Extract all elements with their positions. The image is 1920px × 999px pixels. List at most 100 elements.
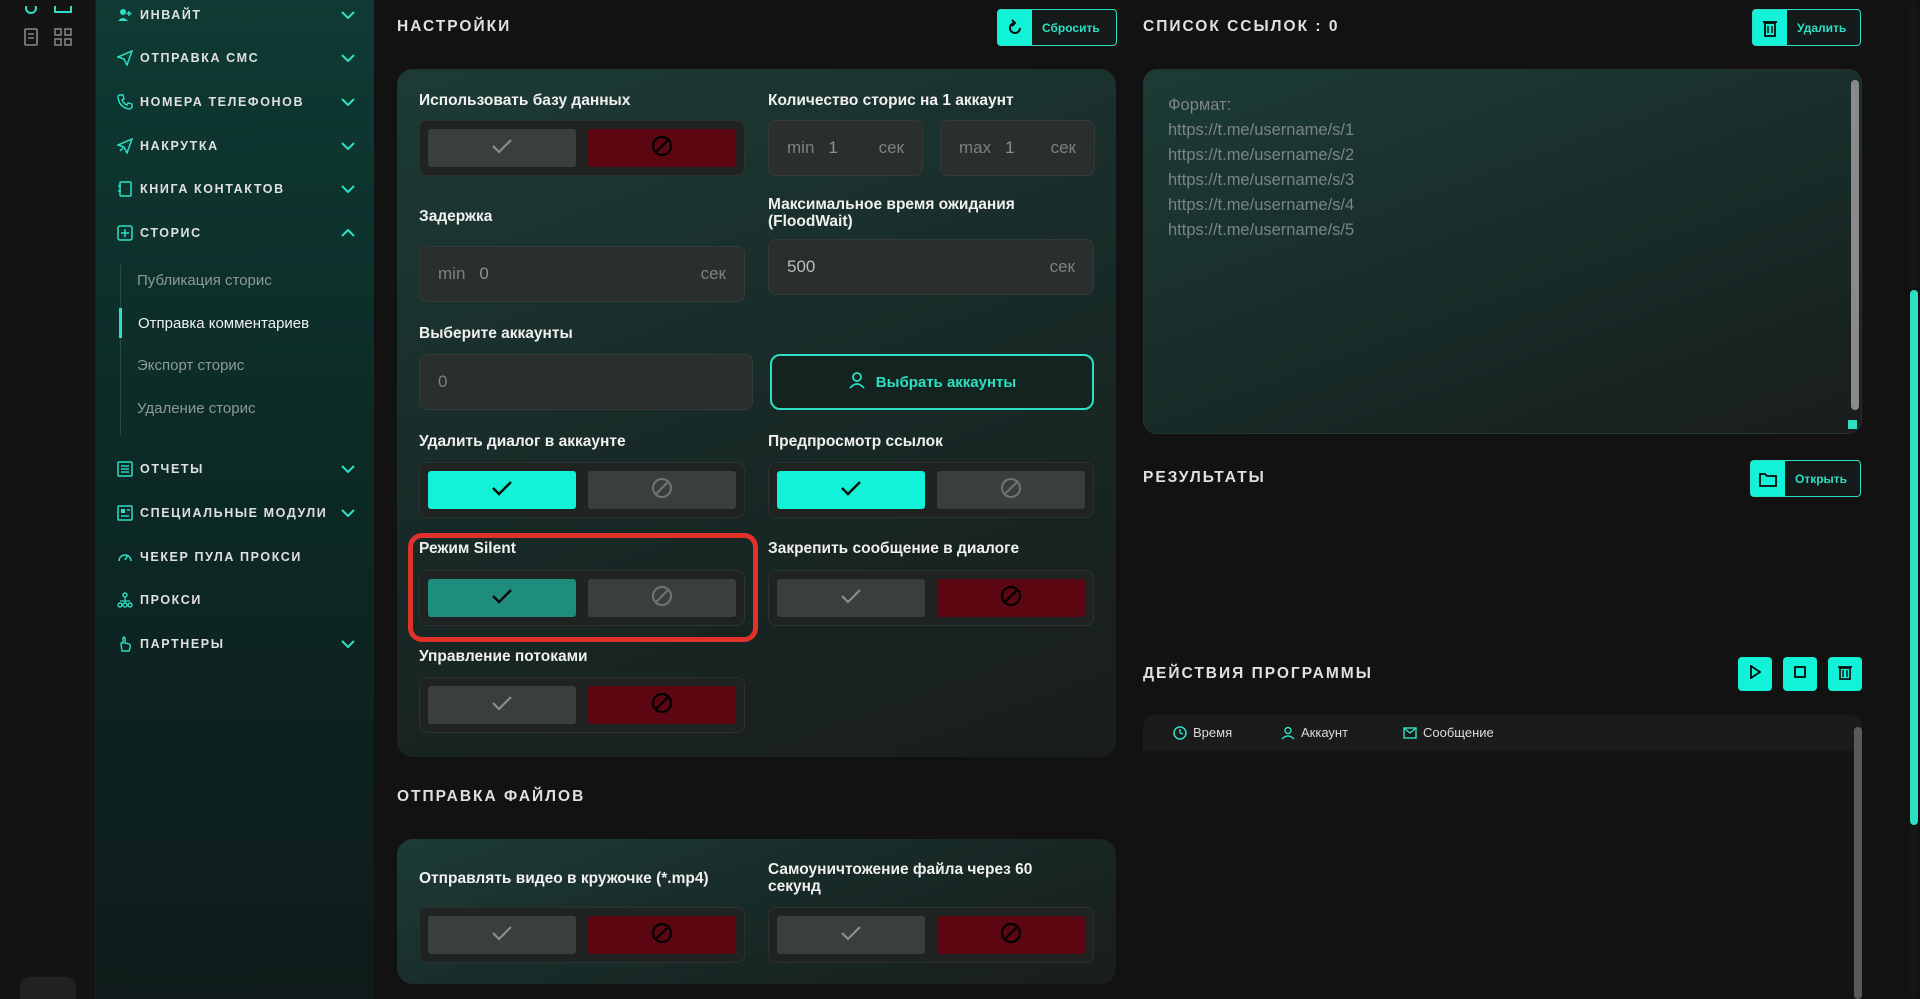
pin-message-yes[interactable] bbox=[777, 579, 925, 617]
report-icon bbox=[116, 460, 134, 478]
folder-icon bbox=[1751, 461, 1785, 496]
sidebar-item-reports[interactable]: ОТЧЕТЫ bbox=[116, 456, 356, 482]
subnav-export-stories[interactable]: Экспорт сторис bbox=[121, 350, 341, 380]
floodwait-input[interactable]: 500 сек bbox=[768, 239, 1094, 295]
max-prefix: max bbox=[959, 138, 992, 157]
stories-min-input[interactable]: min 1 сек bbox=[768, 120, 923, 176]
floodwait-value: 500 bbox=[787, 257, 816, 276]
document-icon[interactable] bbox=[20, 26, 42, 48]
sidebar-item-stories[interactable]: СТОРИС bbox=[116, 220, 356, 246]
self-destruct-label: Самоуничтожение файла через 60 секунд bbox=[768, 861, 1033, 895]
col-time-label: Время bbox=[1193, 725, 1233, 740]
grid-icon[interactable] bbox=[52, 26, 74, 48]
sidebar-item-partners[interactable]: ПАРТНЕРЫ bbox=[116, 631, 356, 657]
sidebar-item-sms[interactable]: ОТПРАВКА СМС bbox=[116, 45, 356, 71]
chevron-down-icon bbox=[340, 138, 356, 154]
stories-max-input[interactable]: max 1 сек bbox=[940, 120, 1095, 176]
sidebar-item-invite[interactable]: ИНВАЙТ bbox=[116, 2, 356, 28]
actions-title: ДЕЙСТВИЯ ПРОГРАММЫ bbox=[1143, 665, 1373, 682]
round-video-no[interactable] bbox=[588, 916, 736, 954]
open-results-button[interactable]: Открыть bbox=[1750, 460, 1861, 497]
delete-links-button[interactable]: Удалить bbox=[1752, 9, 1861, 46]
round-video-yes[interactable] bbox=[428, 916, 576, 954]
trash-icon bbox=[1753, 10, 1787, 45]
use-db-label: Использовать базу данных bbox=[419, 92, 631, 109]
user-icon bbox=[1281, 726, 1295, 740]
sidebar-item-phones[interactable]: НОМЕРА ТЕЛЕФОНОВ bbox=[116, 89, 356, 115]
use-db-no[interactable] bbox=[588, 129, 736, 167]
placeholder-line: https://t.me/username/s/1 bbox=[1168, 121, 1355, 139]
threads-toggle bbox=[419, 677, 745, 733]
self-destruct-yes[interactable] bbox=[777, 916, 925, 954]
sidebar-item-label: ОТПРАВКА СМС bbox=[140, 51, 260, 65]
placeholder-line: https://t.me/username/s/2 bbox=[1168, 146, 1355, 164]
self-destruct-no[interactable] bbox=[937, 916, 1085, 954]
trash-icon bbox=[1838, 664, 1852, 685]
threads-no[interactable] bbox=[588, 686, 736, 724]
subnav-delete-stories[interactable]: Удаление сторис bbox=[121, 393, 341, 423]
link-preview-no[interactable] bbox=[937, 471, 1085, 509]
min-value: 1 bbox=[828, 138, 838, 157]
send-icon bbox=[116, 49, 134, 67]
files-title: ОТПРАВКА ФАЙЛОВ bbox=[397, 788, 586, 805]
plus-square-icon bbox=[116, 224, 134, 242]
reset-button[interactable]: Сбросить bbox=[997, 9, 1117, 46]
sidebar-item-contacts[interactable]: КНИГА КОНТАКТОВ bbox=[116, 176, 356, 202]
sidebar-item-special-modules[interactable]: СПЕЦИАЛЬНЫЕ МОДУЛИ bbox=[116, 500, 356, 526]
delete-dialog-no[interactable] bbox=[588, 471, 736, 509]
delete-dialog-yes[interactable] bbox=[428, 471, 576, 509]
user-icon bbox=[848, 371, 866, 393]
mail-icon bbox=[1403, 726, 1417, 739]
check-icon bbox=[840, 480, 862, 501]
sidebar-item-label: СТОРИС bbox=[140, 226, 202, 240]
delay-min-input[interactable]: min 0 сек bbox=[419, 246, 745, 302]
subnav-send-comments[interactable]: Отправка комментариев bbox=[119, 308, 339, 338]
settings-icon[interactable] bbox=[20, 0, 42, 22]
monitor-icon[interactable] bbox=[52, 0, 74, 22]
link-preview-yes[interactable] bbox=[777, 471, 925, 509]
subnav-publish-stories[interactable]: Публикация сторис bbox=[121, 265, 341, 295]
sidebar-item-label: СПЕЦИАЛЬНЫЕ МОДУЛИ bbox=[140, 506, 328, 520]
use-db-toggle bbox=[419, 120, 745, 176]
log-scrollbar[interactable] bbox=[1854, 727, 1862, 999]
min-prefix: min bbox=[787, 138, 815, 157]
textarea-scrollbar[interactable] bbox=[1851, 80, 1859, 410]
sidebar-item-proxy[interactable]: ПРОКСИ bbox=[116, 587, 356, 613]
col-message[interactable]: Сообщение bbox=[1403, 725, 1494, 740]
col-account[interactable]: Аккаунт bbox=[1281, 725, 1348, 740]
accounts-count-input[interactable]: 0 bbox=[419, 354, 753, 410]
boost-icon bbox=[116, 137, 134, 155]
choose-accounts-button[interactable]: Выбрать аккаунты bbox=[770, 354, 1094, 410]
resize-handle[interactable] bbox=[1848, 420, 1857, 429]
use-db-yes[interactable] bbox=[428, 129, 576, 167]
results-title: РЕЗУЛЬТАТЫ bbox=[1143, 469, 1266, 486]
col-message-label: Сообщение bbox=[1423, 725, 1494, 740]
pin-message-no[interactable] bbox=[937, 579, 1085, 617]
reset-button-label: Сбросить bbox=[1042, 20, 1100, 35]
links-textarea[interactable]: Формат: https://t.me/username/s/1 https:… bbox=[1143, 69, 1862, 434]
icon-rail bbox=[0, 0, 96, 999]
self-destruct-toggle bbox=[768, 907, 1094, 963]
log-header: Время Аккаунт Сообщение bbox=[1143, 715, 1862, 751]
stop-button[interactable] bbox=[1783, 657, 1817, 691]
sidebar-item-boost[interactable]: НАКРУТКА bbox=[116, 133, 356, 159]
unit-label: сек bbox=[700, 264, 726, 283]
stop-icon bbox=[1794, 665, 1806, 683]
chevron-down-icon bbox=[340, 505, 356, 521]
chevron-up-icon bbox=[340, 225, 356, 241]
col-time[interactable]: Время bbox=[1173, 725, 1232, 740]
page-scrollbar[interactable] bbox=[1910, 290, 1918, 825]
unit-label: сек bbox=[1050, 138, 1076, 157]
ban-icon bbox=[1000, 585, 1022, 612]
sidebar-item-label: НАКРУТКА bbox=[140, 139, 219, 153]
threads-yes[interactable] bbox=[428, 686, 576, 724]
clear-log-button[interactable] bbox=[1828, 657, 1862, 691]
play-button[interactable] bbox=[1738, 657, 1772, 691]
check-icon bbox=[840, 588, 862, 609]
sidebar-item-label: НОМЕРА ТЕЛЕФОНОВ bbox=[140, 95, 305, 109]
col-account-label: Аккаунт bbox=[1301, 725, 1349, 740]
sidebar-item-proxy-checker[interactable]: ЧЕКЕР ПУЛА ПРОКСИ bbox=[116, 544, 356, 570]
settings-title: НАСТРОЙКИ bbox=[397, 18, 512, 35]
rail-collapse-tab[interactable] bbox=[20, 977, 76, 999]
sidebar-item-label: ИНВАЙТ bbox=[140, 8, 202, 22]
